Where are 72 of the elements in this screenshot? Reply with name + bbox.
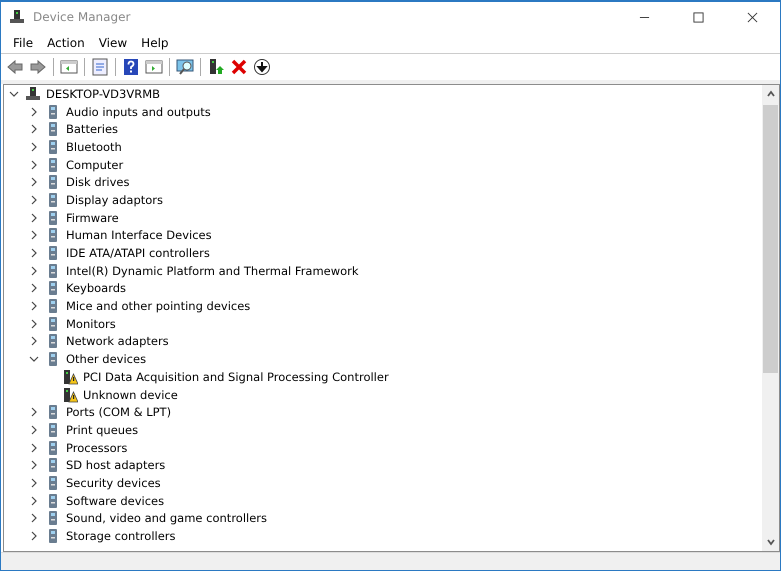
- expand-chevron-icon[interactable]: [29, 106, 39, 117]
- scroll-up-icon[interactable]: [766, 89, 776, 99]
- tree-item[interactable]: PCI Data Acquisition and Signal Processing Controller: [83, 370, 389, 384]
- device-update-icon[interactable]: [207, 58, 225, 76]
- tree-item[interactable]: Bluetooth: [66, 140, 122, 154]
- tree-item[interactable]: Sound, video and game controllers: [66, 511, 268, 526]
- monitor-search-icon[interactable]: [176, 58, 194, 76]
- help-icon[interactable]: [122, 58, 140, 76]
- expand-chevron-icon[interactable]: [29, 212, 39, 223]
- expand-chevron-icon[interactable]: [29, 283, 39, 294]
- maximize-icon[interactable]: [693, 12, 704, 22]
- tree-item[interactable]: Display adaptors: [66, 192, 164, 207]
- expand-chevron-icon[interactable]: [29, 336, 39, 346]
- menu-item[interactable]: Help: [134, 36, 176, 50]
- computer-icon: [25, 86, 41, 102]
- download-icon[interactable]: [253, 58, 271, 76]
- tree-item[interactable]: Batteries: [66, 122, 118, 136]
- tree-item[interactable]: Audio inputs and outputs: [66, 104, 211, 119]
- tree-item[interactable]: Firmware: [66, 210, 119, 225]
- computer-icon: [9, 9, 25, 25]
- expand-chevron-icon[interactable]: [29, 460, 39, 470]
- tree-item[interactable]: Ports (COM & LPT): [66, 405, 172, 420]
- expand-chevron-icon[interactable]: [29, 177, 39, 188]
- expand-chevron-icon[interactable]: [29, 160, 39, 170]
- menu-item[interactable]: Action: [40, 36, 92, 50]
- expand-chevron-icon[interactable]: [29, 248, 39, 258]
- tree-item[interactable]: Computer: [66, 158, 124, 172]
- collapse-chevron-icon[interactable]: [9, 88, 19, 99]
- tree-item[interactable]: Storage controllers: [66, 529, 176, 544]
- scrollbar[interactable]: [762, 85, 779, 551]
- tree-item[interactable]: Intel(R) Dynamic Platform and Thermal Framework: [66, 264, 359, 278]
- tree-item[interactable]: Disk drives: [66, 175, 130, 190]
- expand-chevron-icon[interactable]: [29, 478, 39, 488]
- tree-item[interactable]: Monitors: [66, 316, 116, 331]
- forward-arrow-icon[interactable]: [29, 58, 47, 76]
- collapse-chevron-icon[interactable]: [29, 354, 39, 364]
- tree-item[interactable]: Network adapters: [66, 334, 169, 348]
- tree-item[interactable]: Human Interface Devices: [66, 228, 212, 242]
- properties-icon[interactable]: [91, 58, 109, 76]
- tree-item[interactable]: DESKTOP-VD3VRMB: [46, 86, 160, 101]
- scroll-down-icon[interactable]: [766, 537, 776, 547]
- tree-item[interactable]: Other devices: [66, 352, 146, 366]
- tree-item[interactable]: Unknown device: [83, 388, 178, 402]
- tree-item[interactable]: Processors: [66, 440, 128, 455]
- expand-chevron-icon[interactable]: [29, 301, 39, 312]
- expand-chevron-icon[interactable]: [29, 424, 39, 435]
- expand-chevron-icon[interactable]: [29, 194, 39, 205]
- expand-chevron-icon[interactable]: [29, 230, 39, 240]
- expand-chevron-icon[interactable]: [29, 442, 39, 453]
- expand-chevron-icon[interactable]: [29, 266, 39, 276]
- tree-item[interactable]: Software devices: [66, 494, 164, 508]
- expand-chevron-icon[interactable]: [29, 124, 39, 134]
- expand-chevron-icon[interactable]: [29, 513, 39, 524]
- tree-item[interactable]: IDE ATA/ATAPI controllers: [66, 246, 210, 260]
- tree-item[interactable]: Mice and other pointing devices: [66, 299, 250, 314]
- panel-icon[interactable]: [145, 58, 163, 76]
- tree-item[interactable]: Print queues: [66, 422, 138, 437]
- panel-icon[interactable]: [60, 58, 78, 76]
- expand-chevron-icon[interactable]: [29, 496, 39, 506]
- close-icon[interactable]: [747, 12, 758, 22]
- back-arrow-icon[interactable]: [6, 58, 24, 76]
- expand-chevron-icon[interactable]: [29, 142, 39, 152]
- window-title: Device Manager: [33, 10, 130, 24]
- expand-chevron-icon[interactable]: [29, 407, 39, 418]
- tree-item[interactable]: Security devices: [66, 476, 161, 490]
- menu-item[interactable]: File: [6, 36, 40, 50]
- expand-chevron-icon[interactable]: [29, 531, 39, 542]
- tree-item[interactable]: SD host adapters: [66, 458, 166, 472]
- menu-item[interactable]: View: [92, 36, 134, 50]
- tree-item[interactable]: Keyboards: [66, 281, 126, 296]
- expand-chevron-icon[interactable]: [29, 318, 39, 329]
- remove-icon[interactable]: [230, 58, 248, 76]
